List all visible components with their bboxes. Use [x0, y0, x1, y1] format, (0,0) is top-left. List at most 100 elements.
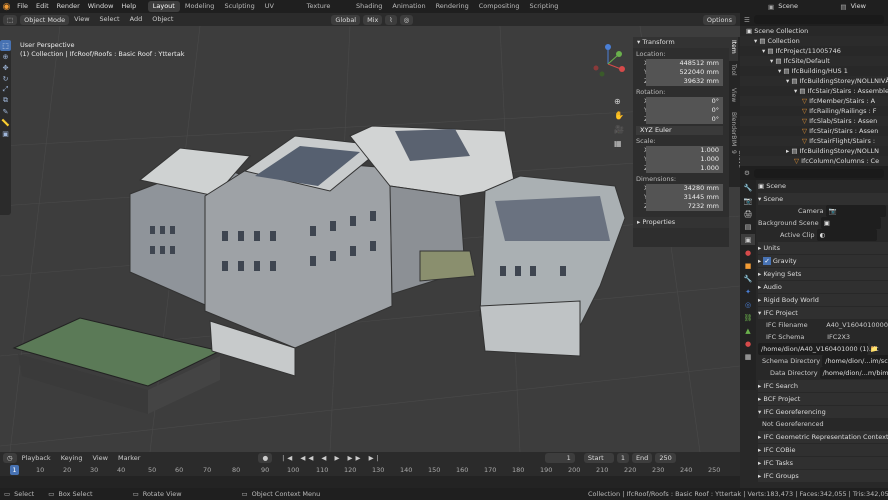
outliner-row[interactable]: ▽ IfcColumn/Columns : Ce [740, 156, 888, 166]
location-x-value[interactable]: 448512 mm [646, 59, 723, 68]
outliner-row[interactable]: ▾ ▤ IfcStair/Stairs : Assembled [740, 86, 888, 96]
scale-z-value[interactable]: 1.000 [646, 164, 723, 173]
editor-type-icon[interactable]: ⬚ [3, 14, 18, 25]
playhead[interactable]: 1 [10, 465, 19, 475]
output-tab-icon[interactable]: 🖨 [741, 208, 755, 219]
menu-window[interactable]: Window [84, 0, 118, 13]
scene-panel-header[interactable]: ▾ Scene [758, 193, 888, 205]
menu-edit[interactable]: Edit [32, 0, 53, 13]
outliner-row[interactable]: ▽ IfcStairFlight/Stairs : [740, 136, 888, 146]
scale-x-field[interactable]: X1.000 [636, 146, 723, 155]
tab-modeling[interactable]: Modeling [180, 1, 220, 12]
rotation-mode-dropdown[interactable]: XYZ Euler [636, 126, 723, 135]
menu-timeline-view[interactable]: View [88, 452, 113, 465]
rotate-icon[interactable]: ↻ [0, 73, 11, 84]
tab-compositing[interactable]: Compositing [474, 1, 525, 12]
outliner-row[interactable]: ▾ ▤ Collection [740, 36, 888, 46]
schema-dir-input[interactable]: /home/dion/...im/schema/ [822, 355, 888, 367]
render-tab-icon[interactable]: 📷 [741, 195, 755, 206]
ifc-project-panel[interactable]: ▾ IFC Project [758, 307, 888, 319]
zoom-icon[interactable]: ⊕ [614, 97, 624, 106]
location-z-field[interactable]: Z39632 mm [636, 77, 723, 86]
schema-dir-row[interactable]: Schema Directory /home/dion/...im/schema… [758, 355, 888, 367]
playback-controls[interactable]: |◀ ◀◀ ◀ ▶ ▶▶ ▶| [282, 454, 382, 462]
ifc-cobie-panel[interactable]: ▸ IFC COBie [758, 444, 888, 456]
outliner-row[interactable]: ▾ ▤ IfcProject/11005746 [740, 46, 888, 56]
cursor-icon[interactable]: ⊕ [0, 51, 11, 62]
physics-tab-icon[interactable]: ◎ [741, 299, 755, 310]
scene-selector[interactable]: Scene [774, 0, 840, 13]
select-box-icon[interactable]: ⬚ [0, 40, 11, 51]
location-x-field[interactable]: X448512 mm [636, 59, 723, 68]
scale-y-value[interactable]: 1.000 [646, 155, 723, 164]
properties-editor-icon[interactable]: ⚙ [744, 169, 750, 177]
audio-panel[interactable]: ▸ Audio [758, 281, 888, 293]
start-frame-field[interactable]: 1 [616, 453, 629, 463]
tab-texture-paint[interactable]: Texture Paint [302, 1, 351, 21]
properties-search-input[interactable] [753, 168, 884, 178]
rotation-y-field[interactable]: Y0° [636, 106, 723, 115]
dimensions-x-field[interactable]: X34280 mm [636, 184, 723, 193]
outliner-row[interactable]: ▾ ▤ IfcBuilding/HUS 1 [740, 66, 888, 76]
object-tab-icon[interactable]: ■ [741, 260, 755, 271]
transform-icon[interactable]: ⧉ [0, 95, 11, 106]
rotation-y-value[interactable]: 0° [646, 106, 723, 115]
bcf-project-panel[interactable]: ▸ BCF Project [758, 393, 888, 405]
blender-logo-icon[interactable]: ◉ [0, 0, 13, 13]
world-tab-icon[interactable]: ● [741, 247, 755, 258]
3d-viewport[interactable] [0, 26, 740, 452]
snap-icon[interactable]: ⌇ [385, 14, 397, 25]
camera-row[interactable]: Camera 📷 [758, 205, 888, 217]
pan-hand-icon[interactable]: ✋ [614, 111, 624, 120]
material-tab-icon[interactable]: ● [741, 338, 755, 349]
menu-file[interactable]: File [13, 0, 32, 13]
tab-scripting[interactable]: Scripting [525, 1, 564, 12]
menu-render[interactable]: Render [53, 0, 84, 13]
outliner-row[interactable]: ▽ IfcStair/Stairs : Assen [740, 126, 888, 136]
menu-help[interactable]: Help [117, 0, 140, 13]
timeline-editor-icon[interactable]: ◷ [3, 453, 17, 463]
object-mode-dropdown[interactable]: Object Mode [20, 14, 70, 25]
particles-tab-icon[interactable]: ✦ [741, 286, 755, 297]
background-scene-field[interactable]: ▣ [820, 217, 881, 229]
menu-marker[interactable]: Marker [113, 452, 145, 465]
dimensions-y-value[interactable]: 31445 mm [646, 193, 723, 202]
keying-sets-panel[interactable]: ▸ Keying Sets [758, 268, 888, 280]
dimensions-z-field[interactable]: Z7232 mm [636, 202, 723, 211]
outliner-search-input[interactable] [753, 15, 884, 24]
scale-z-field[interactable]: Z1.000 [636, 164, 723, 173]
proportional-icon[interactable]: ◎ [399, 14, 414, 25]
ifc-tasks-panel[interactable]: ▸ IFC Tasks [758, 457, 888, 469]
tab-blenderbim[interactable]: BlenderBIM [729, 109, 738, 147]
move-icon[interactable]: ✥ [0, 62, 11, 73]
menu-add[interactable]: Add [125, 13, 148, 26]
location-z-value[interactable]: 39632 mm [646, 77, 723, 86]
menu-playback[interactable]: Playback [17, 452, 56, 465]
data-dir-row[interactable]: Data Directory /home/dion/...m/bim/data/ [758, 367, 888, 379]
gravity-panel[interactable]: ▸ ✓ Gravity [758, 255, 888, 267]
tab-view[interactable]: View [729, 85, 738, 109]
tab-shading[interactable]: Shading [351, 1, 387, 12]
tab-sculpting[interactable]: Sculpting [219, 1, 259, 12]
camera-icon[interactable]: 🎥 [614, 125, 624, 134]
folder-icon[interactable]: 📁 [870, 345, 878, 353]
tab-rendering[interactable]: Rendering [431, 1, 474, 12]
navigation-gizmo[interactable] [588, 42, 628, 82]
scale-icon[interactable]: ⤢ [0, 84, 11, 95]
texture-tab-icon[interactable]: ▦ [741, 351, 755, 362]
ifc-search-panel[interactable]: ▸ IFC Search [758, 380, 888, 392]
orientation-dropdown[interactable]: Global [331, 14, 361, 25]
units-panel[interactable]: ▸ Units [758, 242, 888, 254]
outliner-row[interactable]: ▽ IfcMember/Stairs : A [740, 96, 888, 106]
ifc-path-row[interactable]: /home/dion/A40_V160401000 (1).ifc 📁 [758, 343, 888, 355]
tool-tab-icon[interactable]: 🔧 [741, 182, 755, 193]
data-tab-icon[interactable]: ▲ [741, 325, 755, 336]
annotate-icon[interactable]: ✎ [0, 106, 11, 117]
outliner-editor-icon[interactable]: ☰ [740, 16, 754, 24]
measure-icon[interactable]: 📏 [0, 117, 11, 128]
transform-header[interactable]: ▾ Transform [633, 37, 729, 48]
scale-x-value[interactable]: 1.000 [646, 146, 723, 155]
rotation-x-value[interactable]: 0° [646, 97, 723, 106]
camera-field[interactable]: 📷 [825, 205, 886, 217]
view-layer-selector[interactable]: View Layer [847, 0, 888, 23]
